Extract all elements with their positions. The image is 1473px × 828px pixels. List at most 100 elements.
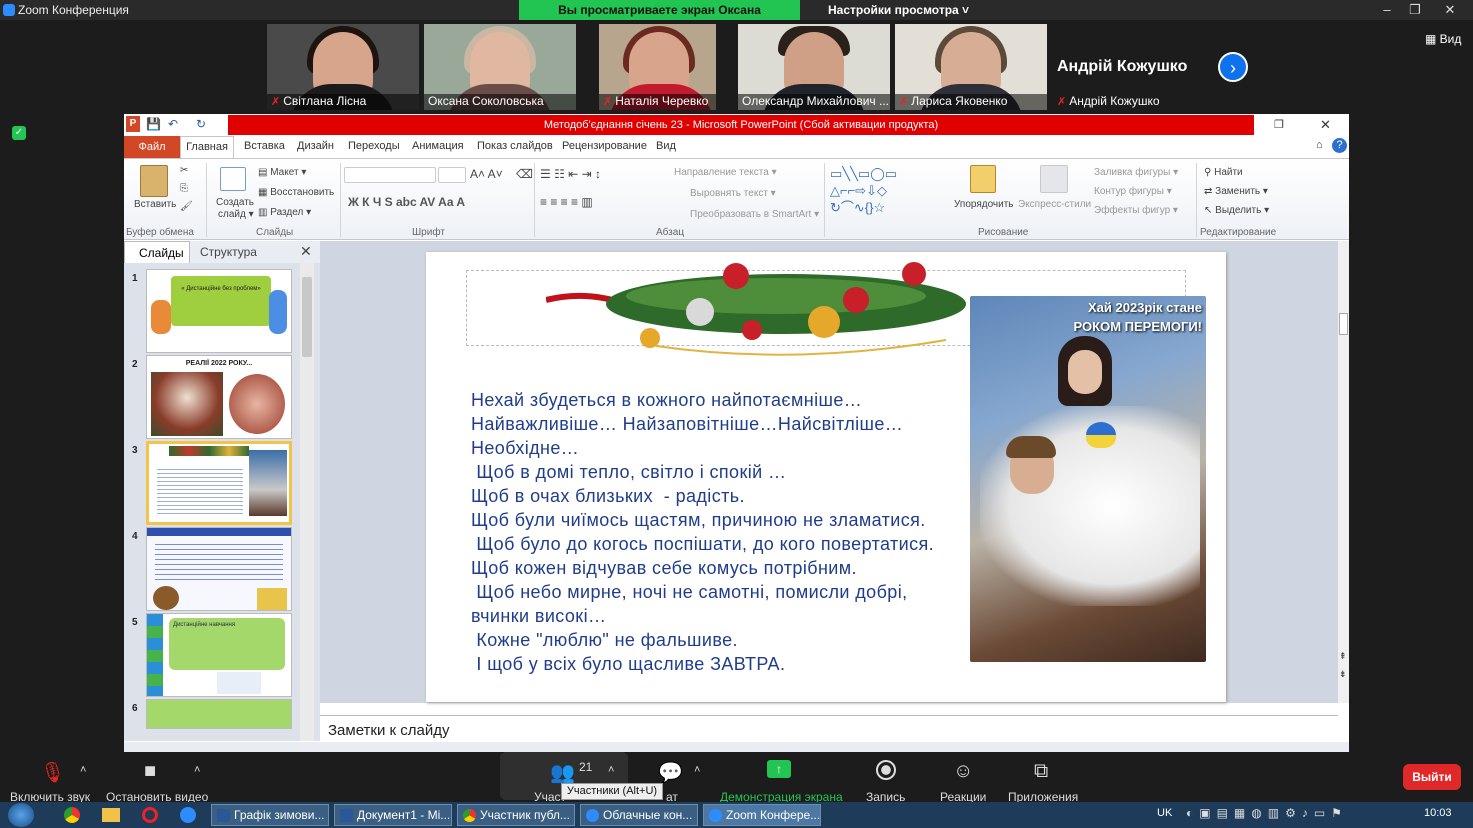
list-icons[interactable]: ☰ ☷ ⇤ ⇥ ↕ (540, 167, 601, 181)
taskbar-item-active[interactable]: Zoom Конфере... (703, 804, 821, 826)
pane-close-icon[interactable]: ✕ (300, 243, 312, 260)
participant-video[interactable]: ✗ Світлана Лісна (267, 24, 419, 110)
taskbar-item[interactable]: Облачные кон... (580, 804, 698, 826)
apps-icon[interactable]: ⧉ (1034, 760, 1048, 783)
video-camera-icon[interactable]: ■ (144, 760, 156, 783)
grow-font-icon[interactable]: A˄ A˅ (470, 167, 503, 181)
maximize-icon[interactable]: ❐ (1401, 0, 1429, 20)
tab-outline[interactable]: Структура (200, 245, 257, 259)
new-slide-icon[interactable] (220, 167, 246, 191)
explorer-icon[interactable] (102, 808, 120, 822)
replace-button[interactable]: ⇄ Заменить ▾ (1204, 186, 1268, 197)
tab-transitions[interactable]: Переходы (348, 140, 400, 152)
tab-view[interactable]: Вид (656, 140, 676, 152)
opera-icon[interactable] (142, 807, 158, 823)
slide-body-text[interactable]: Нехай збудеться в кожного найпотаємніше…… (471, 388, 934, 676)
arrange-icon[interactable] (970, 165, 996, 193)
reactions-icon[interactable]: ☺ (953, 760, 973, 783)
arrange-button[interactable]: Упорядочить (954, 199, 1014, 210)
chat-chevron-icon[interactable]: ˄ (694, 764, 700, 776)
select-button[interactable]: ↖ Выделить ▾ (1204, 205, 1269, 216)
slide-thumbnail[interactable]: РЕАЛІЇ 2022 РОКУ... (146, 355, 292, 439)
tab-slides[interactable]: Слайды (124, 241, 190, 263)
smartart-button[interactable]: Преобразовать в SmartArt ▾ (690, 209, 819, 220)
redo-icon[interactable]: ↻ (196, 117, 206, 131)
ribbon-collapse-icon[interactable]: ⌂ (1316, 139, 1323, 151)
shape-fill-button[interactable]: Заливка фигуры ▾ (1094, 167, 1178, 178)
tray-icons[interactable]: ◐▣▤▦◍▥⚙♪▭⚑ (1186, 806, 1348, 820)
zoom-app-icon[interactable] (180, 807, 196, 823)
shapes-gallery[interactable]: ▭╲╲▭◯▭ △⌐⌐⇨⇩◇ ↻⌒∿{}☆ (830, 165, 897, 216)
next-page-arrow-icon[interactable]: › (1218, 52, 1248, 82)
copy-icon[interactable]: ⎘ (180, 183, 188, 194)
quick-styles-button[interactable]: Экспресс-стили (1018, 199, 1091, 210)
clock[interactable]: 10:03 (1424, 807, 1452, 819)
slide-scrollbar[interactable]: ⇞ ⇟ (1338, 241, 1349, 703)
new-slide-dropdown[interactable]: слайд ▾ (218, 209, 254, 220)
tab-file[interactable]: Файл (124, 136, 180, 158)
taskbar-item[interactable]: Участник публ... (457, 804, 575, 826)
undo-icon[interactable]: ↶ (168, 117, 178, 131)
taskbar-item[interactable]: Документ1 - Mi... (334, 804, 452, 826)
participants-icon[interactable]: 👥 (550, 760, 575, 785)
participant-video[interactable]: Олександр Михайлович ... (738, 24, 890, 110)
taskbar-item[interactable]: Графік зимови... (211, 804, 329, 826)
tab-design[interactable]: Дизайн (297, 140, 334, 152)
muted-mic-icon[interactable]: 🎙 (40, 760, 65, 785)
tab-home[interactable]: Главная (180, 136, 234, 158)
participant-video[interactable]: ✗ Наталія Черевко (599, 24, 716, 110)
font-style-icons[interactable]: Ж К Ч S abc AV Aa A (348, 195, 465, 209)
thumbnail-scrollbar[interactable] (300, 263, 314, 741)
leave-button[interactable]: Выйти (1403, 764, 1461, 790)
participant-video[interactable]: Оксана Соколовська (424, 24, 576, 110)
prev-slide-icon[interactable]: ⇞ (1339, 651, 1347, 662)
font-size-box[interactable] (438, 167, 466, 183)
scrollbar-thumb[interactable] (1339, 313, 1348, 335)
align-icons[interactable]: ≡ ≡ ≡ ≡ ▥ (540, 195, 593, 209)
text-direction-button[interactable]: Направление текста ▾ (674, 167, 777, 178)
font-name-box[interactable] (344, 167, 436, 183)
view-button[interactable]: ▦ Вид (1425, 32, 1461, 46)
restore-icon[interactable]: ❐ (1274, 118, 1284, 131)
participant-video[interactable]: ✗ Лариса Яковенко (895, 24, 1047, 110)
tab-animation[interactable]: Анимация (412, 140, 464, 152)
next-slide-icon[interactable]: ⇟ (1339, 669, 1347, 680)
record-icon[interactable] (876, 760, 896, 780)
chrome-icon[interactable] (64, 807, 80, 823)
tab-insert[interactable]: Вставка (244, 140, 285, 152)
format-painter-icon[interactable]: 🖌 (180, 201, 193, 212)
paste-button[interactable]: Вставить (134, 199, 176, 210)
help-icon[interactable]: ? (1332, 138, 1347, 153)
language-indicator[interactable]: UK (1157, 807, 1172, 819)
slide-thumbnail[interactable]: Дистанційне навчання (146, 613, 292, 697)
view-options-dropdown[interactable]: Настройки просмотра ˅ (828, 3, 969, 17)
participants-chevron-icon[interactable]: ˄ (608, 764, 614, 776)
scrollbar-thumb[interactable] (302, 277, 312, 357)
align-text-button[interactable]: Выровнять текст ▾ (690, 188, 776, 199)
notes-pane[interactable]: Заметки к слайду (320, 715, 1338, 743)
save-icon[interactable]: 💾 (146, 117, 161, 131)
reset-button[interactable]: ▦ Восстановить (258, 187, 334, 198)
chat-icon[interactable]: 💬 (658, 760, 683, 785)
slide-thumbnail[interactable] (146, 527, 292, 611)
audio-options-chevron-icon[interactable]: ˄ (80, 764, 86, 776)
cut-icon[interactable]: ✂ (180, 165, 188, 176)
tab-slideshow[interactable]: Показ слайдов (477, 140, 553, 152)
start-button-icon[interactable] (8, 803, 34, 827)
shape-effects-button[interactable]: Эффекты фигур ▾ (1094, 205, 1178, 216)
paste-icon[interactable] (140, 165, 168, 197)
video-options-chevron-icon[interactable]: ˄ (194, 764, 200, 776)
ppt-close-icon[interactable]: ✕ (1320, 117, 1331, 133)
share-screen-icon[interactable]: ↑ (767, 760, 791, 778)
new-slide-button[interactable]: Создать (216, 197, 254, 208)
clear-format-icon[interactable]: ⌫ (516, 167, 533, 181)
security-shield-icon[interactable]: ✓ (12, 126, 26, 140)
current-slide[interactable]: Нехай збудеться в кожного найпотаємніше…… (426, 252, 1226, 702)
layout-button[interactable]: ▤ Макет ▾ (258, 167, 306, 178)
tab-review[interactable]: Рецензирование (562, 140, 647, 152)
find-button[interactable]: ⚲ Найти (1204, 167, 1243, 178)
quick-styles-icon[interactable] (1040, 165, 1068, 193)
slide-thumbnail[interactable]: « Дистанційне без проблем» (146, 269, 292, 353)
slide-thumbnail-selected[interactable] (146, 441, 292, 525)
shape-outline-button[interactable]: Контур фигуры ▾ (1094, 186, 1172, 197)
